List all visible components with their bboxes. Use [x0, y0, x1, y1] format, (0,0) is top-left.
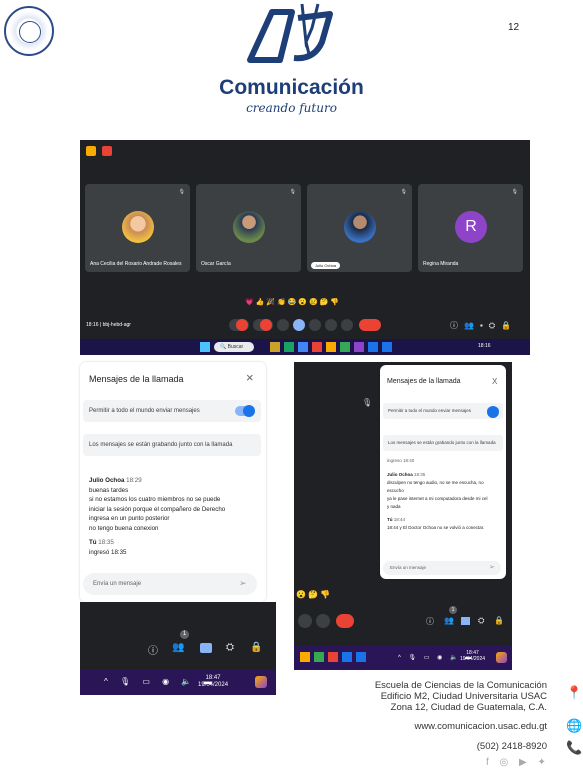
present-button[interactable] — [309, 319, 321, 331]
windows-start-icon[interactable] — [200, 342, 210, 352]
location-pin-icon: 📍 — [566, 685, 583, 700]
globe-icon: 🌐 — [566, 718, 583, 733]
windows-taskbar: 🔍 Buscar 18:16 — [80, 339, 530, 355]
mic-off-icon: 🎙 — [362, 398, 373, 407]
activities-icon[interactable]: ⛭ — [478, 616, 484, 626]
side-controls[interactable]: ⓘ👥▪⛭🔒 — [450, 320, 517, 331]
recording-notice: Los mensajes se están grabando junto con… — [83, 434, 261, 456]
captions-button[interactable] — [277, 319, 289, 331]
meet-screenshot-right: 🎙 Mensajes de la llamada X Permitir a to… — [294, 362, 512, 670]
avatar — [233, 211, 265, 243]
mic-off-icon: 🎙 — [400, 189, 407, 195]
reactions-bar[interactable]: 💗 👍 🎉 👏 😂 😮 😢 🤔 👎 — [245, 298, 339, 306]
participant-badge: 1 — [180, 630, 189, 639]
mic-button[interactable] — [229, 319, 249, 331]
host-controls-icon[interactable]: 🔒 — [250, 642, 262, 653]
raise-hand-button[interactable] — [325, 319, 337, 331]
send-icon[interactable]: ➢ — [489, 563, 495, 571]
copilot-icon[interactable] — [496, 652, 507, 663]
taskbar-left: ^ 🎙 ▭ ◉ 🔈 ▬ 18:47 19/04/2024 — [80, 670, 276, 695]
activity-icon[interactable] — [86, 146, 96, 156]
chat-panel-left: Mensajes de la llamada × Permitir a todo… — [80, 362, 266, 602]
taskbar-clock: 18:16 — [478, 343, 491, 349]
chat-title: Mensajes de la llamada — [387, 378, 461, 385]
social-icons[interactable]: f ◎ ▶ ✦ — [486, 757, 550, 768]
copilot-icon[interactable] — [255, 676, 267, 688]
meet-screenshot: 🎙 Ana Cecilia del Rosario Andrade Rosale… — [80, 140, 530, 355]
message-input[interactable]: Envía un mensaje ➢ — [383, 561, 501, 575]
avatar-initial: R — [455, 211, 487, 243]
mic-off-icon: 🎙 — [511, 189, 518, 195]
footer-school: Escuela de Ciencias de la Comunicación — [374, 680, 547, 691]
leave-call-button[interactable] — [336, 614, 354, 628]
usac-seal-logo — [4, 6, 54, 56]
chat-panel-right: Mensajes de la llamada X Permitir a todo… — [380, 365, 506, 579]
comunicacion-logo-icon — [247, 3, 333, 63]
brand-name: Comunicación — [219, 76, 364, 99]
recording-notice: Los mensajes se están grabando junto con… — [383, 435, 503, 451]
allow-messages-toggle[interactable] — [487, 406, 499, 418]
footer-zone: Zona 12, Ciudad de Guatemala, C.A. — [390, 702, 547, 713]
mic-off-icon: 🎙 — [289, 189, 296, 195]
taskbar-right: ^ 🎙 ▭ ◉ 🔈 ▬ 18:47 19/04/2024 — [294, 646, 512, 670]
allow-messages-row: Permitir a todo el mundo enviar mensajes — [83, 400, 261, 422]
more-options-button[interactable] — [316, 614, 330, 628]
info-icon[interactable]: ⓘ — [426, 616, 434, 627]
allow-messages-toggle[interactable] — [235, 405, 255, 417]
chat-icon[interactable] — [461, 617, 470, 625]
people-icon[interactable]: 👥 — [444, 616, 454, 625]
taskbar-datetime: 18:47 19/04/2024 — [198, 675, 229, 688]
emoji-button[interactable] — [293, 319, 305, 331]
participant-tile: 🎙 Ana Cecilia del Rosario Andrade Rosale… — [85, 184, 190, 272]
chat-messages: Julio Ochoa 18:29 buenas tardes si no es… — [89, 477, 226, 556]
allow-messages-label: Permitir a todo el mundo enviar mensajes — [89, 408, 200, 414]
send-icon[interactable]: ➢ — [239, 578, 247, 589]
record-icon[interactable] — [102, 146, 112, 156]
leave-call-button[interactable] — [359, 319, 381, 331]
activities-icon[interactable]: ⛭ — [226, 642, 234, 653]
taskbar-datetime: 18:47 19/04/2024 — [460, 650, 486, 662]
camera-button[interactable] — [253, 319, 273, 331]
close-icon[interactable]: × — [246, 370, 254, 385]
participant-badge: 1 — [449, 606, 457, 614]
meet-controls-left: ⓘ 👥 1 ⛭ 🔒 — [80, 602, 276, 670]
participant-name: Oscar García — [201, 261, 231, 267]
people-icon[interactable]: 👥 — [172, 642, 184, 653]
message-input[interactable]: Envía un mensaje ➢ — [83, 573, 257, 595]
more-options-button[interactable] — [341, 319, 353, 331]
chat-title: Mensajes de la llamada — [89, 374, 184, 384]
host-controls-icon[interactable]: 🔒 — [494, 616, 504, 625]
participant-tile: 🎙 Julio Ochoa — [307, 184, 412, 272]
participant-tile: 🎙 Oscar García — [196, 184, 301, 272]
taskbar-search[interactable]: 🔍 Buscar — [214, 342, 254, 352]
participant-tile: 🎙 R Regina Miranda — [418, 184, 523, 272]
speaker-name-pill: Julio Ochoa — [311, 262, 341, 269]
raise-hand-button[interactable] — [298, 614, 312, 628]
meeting-info: 18:16 | bbj-hebd-agr — [86, 322, 131, 328]
footer-website[interactable]: www.comunicacion.usac.edu.gt — [414, 721, 547, 732]
avatar — [122, 211, 154, 243]
mic-off-icon: 🎙 — [178, 189, 185, 195]
brand-tagline: creando futuro — [246, 101, 337, 115]
taskbar-apps[interactable] — [300, 652, 380, 664]
footer-building: Edificio M2, Ciudad Universitaria USAC — [380, 691, 547, 702]
participant-name: Ana Cecilia del Rosario Andrade Rosales — [90, 261, 182, 267]
chat-icon[interactable] — [200, 643, 212, 653]
allow-messages-row: Permitir a todo el mundo enviar mensajes — [383, 403, 503, 419]
reactions-bar[interactable]: 😮 🤔 👎 — [296, 590, 330, 599]
participant-name: Regina Miranda — [423, 261, 459, 267]
page-number: 12 — [508, 22, 520, 33]
close-icon[interactable]: X — [492, 377, 497, 386]
chat-messages: ingreso 18:40 Julio Ochoa 18:35 disculpe… — [387, 458, 488, 530]
taskbar-apps[interactable] — [270, 342, 410, 352]
footer-phone: (502) 2418-8920 — [476, 741, 547, 752]
phone-icon: 📞 — [566, 740, 583, 755]
info-icon[interactable]: ⓘ — [148, 642, 158, 657]
avatar — [344, 211, 376, 243]
